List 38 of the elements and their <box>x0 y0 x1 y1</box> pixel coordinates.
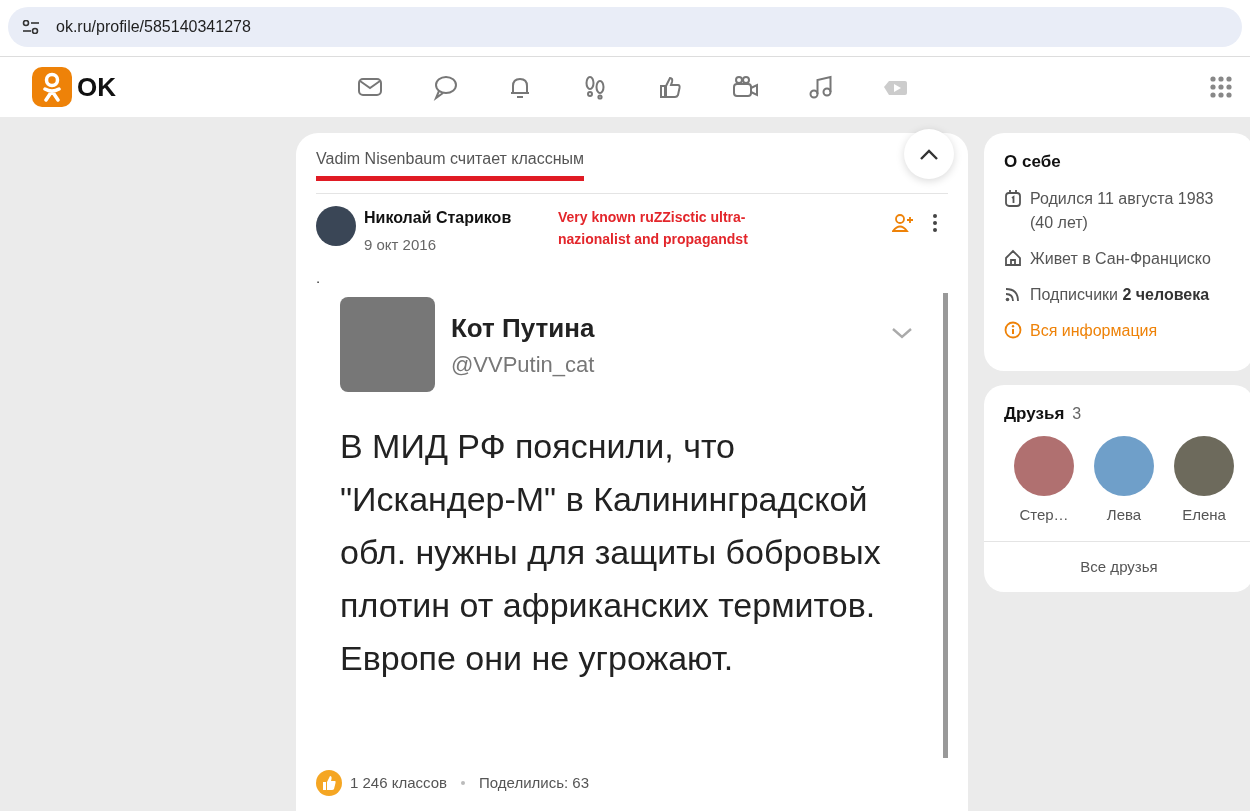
house-icon <box>1004 248 1022 267</box>
separator-dot <box>461 781 465 785</box>
section-title[interactable]: Друзья <box>1004 400 1065 426</box>
liked-by-text: Vadim Nisenbaum считает классным <box>316 147 584 181</box>
chevron-up-icon <box>919 148 939 161</box>
likes-count[interactable]: 1 246 классов <box>350 771 447 795</box>
url-field[interactable]: ok.ru/profile/585140341278 <box>56 15 251 39</box>
tweet-handle: @VVPutin_cat <box>451 350 595 379</box>
friend-name[interactable]: Стер… <box>1014 504 1074 527</box>
calendar-icon <box>1004 188 1022 207</box>
chevron-down-icon <box>891 327 913 339</box>
friends-count: 3 <box>1072 403 1082 424</box>
info-icon <box>1004 320 1022 339</box>
shares-count[interactable]: Поделились: 63 <box>479 771 589 795</box>
profile-detail: Родился 11 августа 1983 (40 лет) <box>1030 188 1215 233</box>
friend-name[interactable]: Лева <box>1094 504 1154 527</box>
apps-grid-icon[interactable] <box>1210 76 1232 98</box>
profile-detail: Живет в Сан-Франциско <box>1030 248 1211 269</box>
annotation-text: Very known ruZZisctic ultra-nazionalist and propagandst <box>558 208 749 250</box>
friend-avatar[interactable] <box>1174 436 1234 496</box>
logo-icon[interactable] <box>32 67 72 107</box>
friend-avatar[interactable] <box>1014 436 1074 496</box>
more-options-icon[interactable] <box>932 214 938 232</box>
author-name[interactable]: Николай Стариков <box>364 206 534 230</box>
avatar-photo <box>316 206 356 246</box>
post-date: 9 окт 2016 <box>364 235 437 255</box>
speech-bubbles-icon[interactable] <box>431 73 459 101</box>
site-settings-icon[interactable] <box>22 20 40 34</box>
logo-text[interactable]: OK <box>77 67 116 107</box>
all-friends-link[interactable]: Все друзья <box>1080 557 1158 575</box>
friend-name[interactable]: Елена <box>1174 504 1234 527</box>
profile-detail: Подписчики 2 человека <box>1030 284 1210 305</box>
tweet-text: В МИД РФ пояснили, что "Искандер-М" в Калининградской обл. нужны для защиты бобровых плотин от африканских термитов. Европе они не угрожают. <box>340 426 882 679</box>
section-title: О себе <box>1004 151 1062 173</box>
friend-avatar[interactable] <box>1094 436 1154 496</box>
add-friend-icon[interactable] <box>892 214 914 232</box>
post-text: . <box>316 267 321 288</box>
tweet-author-name: Кот Путина <box>451 311 595 345</box>
